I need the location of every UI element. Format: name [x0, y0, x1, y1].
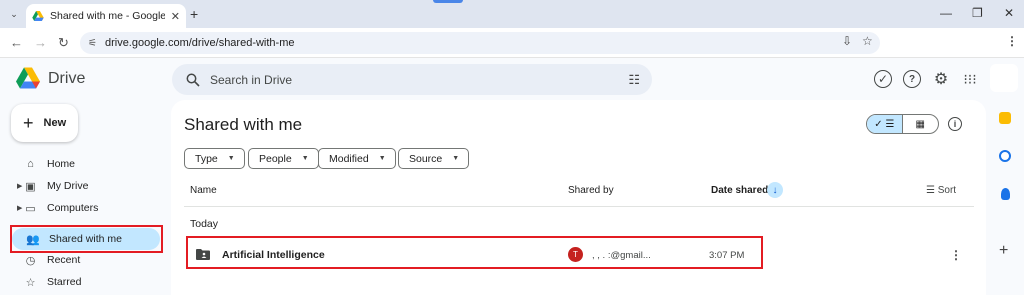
side-panel-top [990, 64, 1018, 92]
filter-label: Type [195, 152, 218, 165]
highlight-box-row [186, 236, 763, 269]
filter-label: Source [409, 152, 443, 165]
install-app-icon[interactable]: ⇩ [842, 34, 852, 48]
contacts-icon[interactable] [1001, 188, 1010, 200]
info-icon[interactable]: i [948, 117, 962, 131]
filter-label: People [259, 152, 292, 165]
forward-icon[interactable]: → [34, 35, 47, 50]
help-icon[interactable]: ? [903, 70, 921, 88]
header-divider [184, 206, 974, 207]
column-header-shared-by: Shared by [568, 185, 614, 196]
nav-item-computers[interactable]: ▭ Computers [10, 197, 160, 219]
dropdown-caret-icon: ▼ [227, 155, 235, 162]
dropdown-caret-icon: ▼ [378, 155, 386, 162]
drive-logo-icon[interactable] [16, 67, 40, 89]
new-tab-icon[interactable]: + [190, 6, 198, 22]
filter-people[interactable]: People ▼ [248, 148, 319, 169]
nav-label-my-drive: My Drive [47, 180, 89, 192]
browser-tab[interactable]: Shared with me - Google Drive ✕ [26, 4, 186, 28]
group-label-today: Today [190, 218, 219, 230]
computers-icon: ▭ [25, 202, 36, 215]
nav-item-recent[interactable]: ◷ Recent [10, 249, 160, 271]
nav-label-computers: Computers [47, 202, 99, 214]
column-header-name[interactable]: Name [190, 185, 217, 196]
star-icon: ☆ [25, 276, 36, 289]
tab-close-icon[interactable]: ✕ [171, 10, 180, 23]
search-bar[interactable]: Search in Drive ☷ [172, 64, 652, 95]
drive-favicon-icon [32, 11, 44, 21]
filter-source[interactable]: Source ▼ [398, 148, 470, 169]
filter-modified[interactable]: Modified ▼ [318, 148, 396, 169]
tasks-icon[interactable] [999, 150, 1011, 162]
nav-item-home[interactable]: ⌂ Home [10, 153, 160, 175]
offline-ready-icon[interactable]: ✓ [874, 70, 892, 88]
url-text: drive.google.com/drive/shared-with-me [104, 37, 295, 49]
nav-item-my-drive[interactable]: ▣ My Drive [10, 175, 160, 197]
tab-strip-indicator [433, 0, 463, 3]
sort-direction-icon[interactable]: ↓ [767, 182, 783, 198]
nav-label-home: Home [47, 158, 76, 170]
nav-label-starred: Starred [47, 276, 82, 288]
back-icon[interactable]: ← [10, 35, 23, 50]
address-bar[interactable]: ⚟ drive.google.com/drive/shared-with-me [80, 32, 880, 54]
sort-button[interactable]: ☰ Sort [926, 185, 956, 196]
reload-icon[interactable]: ↻ [58, 35, 69, 51]
site-info-icon[interactable]: ⚟ [88, 38, 97, 49]
grid-view-icon[interactable]: ▦ [903, 115, 939, 133]
filter-label: Modified [329, 152, 369, 165]
settings-gear-icon[interactable]: ⚙ [932, 70, 950, 88]
new-button[interactable]: + New [11, 104, 78, 142]
new-button-label: New [43, 117, 67, 129]
browser-menu-icon[interactable]: ⋮ [1006, 34, 1018, 48]
more-actions-icon[interactable]: ⋮ [950, 248, 962, 262]
dropdown-caret-icon: ▼ [301, 155, 309, 162]
tab-search-icon[interactable]: ⌄ [6, 6, 22, 22]
page-title: Shared with me [184, 115, 303, 134]
column-header-date-shared[interactable]: Date shared [711, 185, 768, 196]
tab-title: Shared with me - Google Drive [50, 10, 165, 22]
home-icon: ⌂ [27, 158, 34, 170]
drive-product-name[interactable]: Drive [48, 70, 85, 88]
browser-tab-strip: ⌄ Shared with me - Google Drive ✕ + — ❐ … [0, 0, 1024, 28]
window-close-icon[interactable]: ✕ [1004, 6, 1014, 20]
maximize-icon[interactable]: ❐ [972, 6, 983, 20]
sort-label: Sort [937, 185, 957, 196]
nav-item-starred[interactable]: ☆ Starred [10, 271, 160, 293]
keep-icon[interactable] [999, 112, 1011, 124]
my-drive-icon: ▣ [25, 180, 36, 193]
plus-icon: + [23, 113, 34, 133]
filter-type[interactable]: Type ▼ [184, 148, 245, 169]
clock-icon: ◷ [25, 254, 36, 267]
minimize-icon[interactable]: — [940, 6, 952, 20]
search-options-icon[interactable]: ☷ [628, 72, 640, 88]
search-icon[interactable] [186, 73, 200, 87]
nav-label-recent: Recent [47, 254, 81, 266]
sort-lines-icon: ☰ [926, 185, 935, 196]
dropdown-caret-icon: ▼ [452, 155, 460, 162]
browser-toolbar: ← → ↻ ⚟ drive.google.com/drive/shared-wi… [0, 28, 1024, 58]
list-view-icon[interactable]: ✓ ☰ [867, 115, 903, 133]
bookmark-star-icon[interactable]: ☆ [862, 34, 873, 48]
add-addon-icon[interactable]: + [999, 242, 1008, 260]
apps-grid-icon[interactable]: ⁝⁝⁝ [961, 70, 979, 88]
search-placeholder: Search in Drive [210, 72, 293, 87]
view-toggle[interactable]: ✓ ☰ ▦ [866, 114, 939, 134]
